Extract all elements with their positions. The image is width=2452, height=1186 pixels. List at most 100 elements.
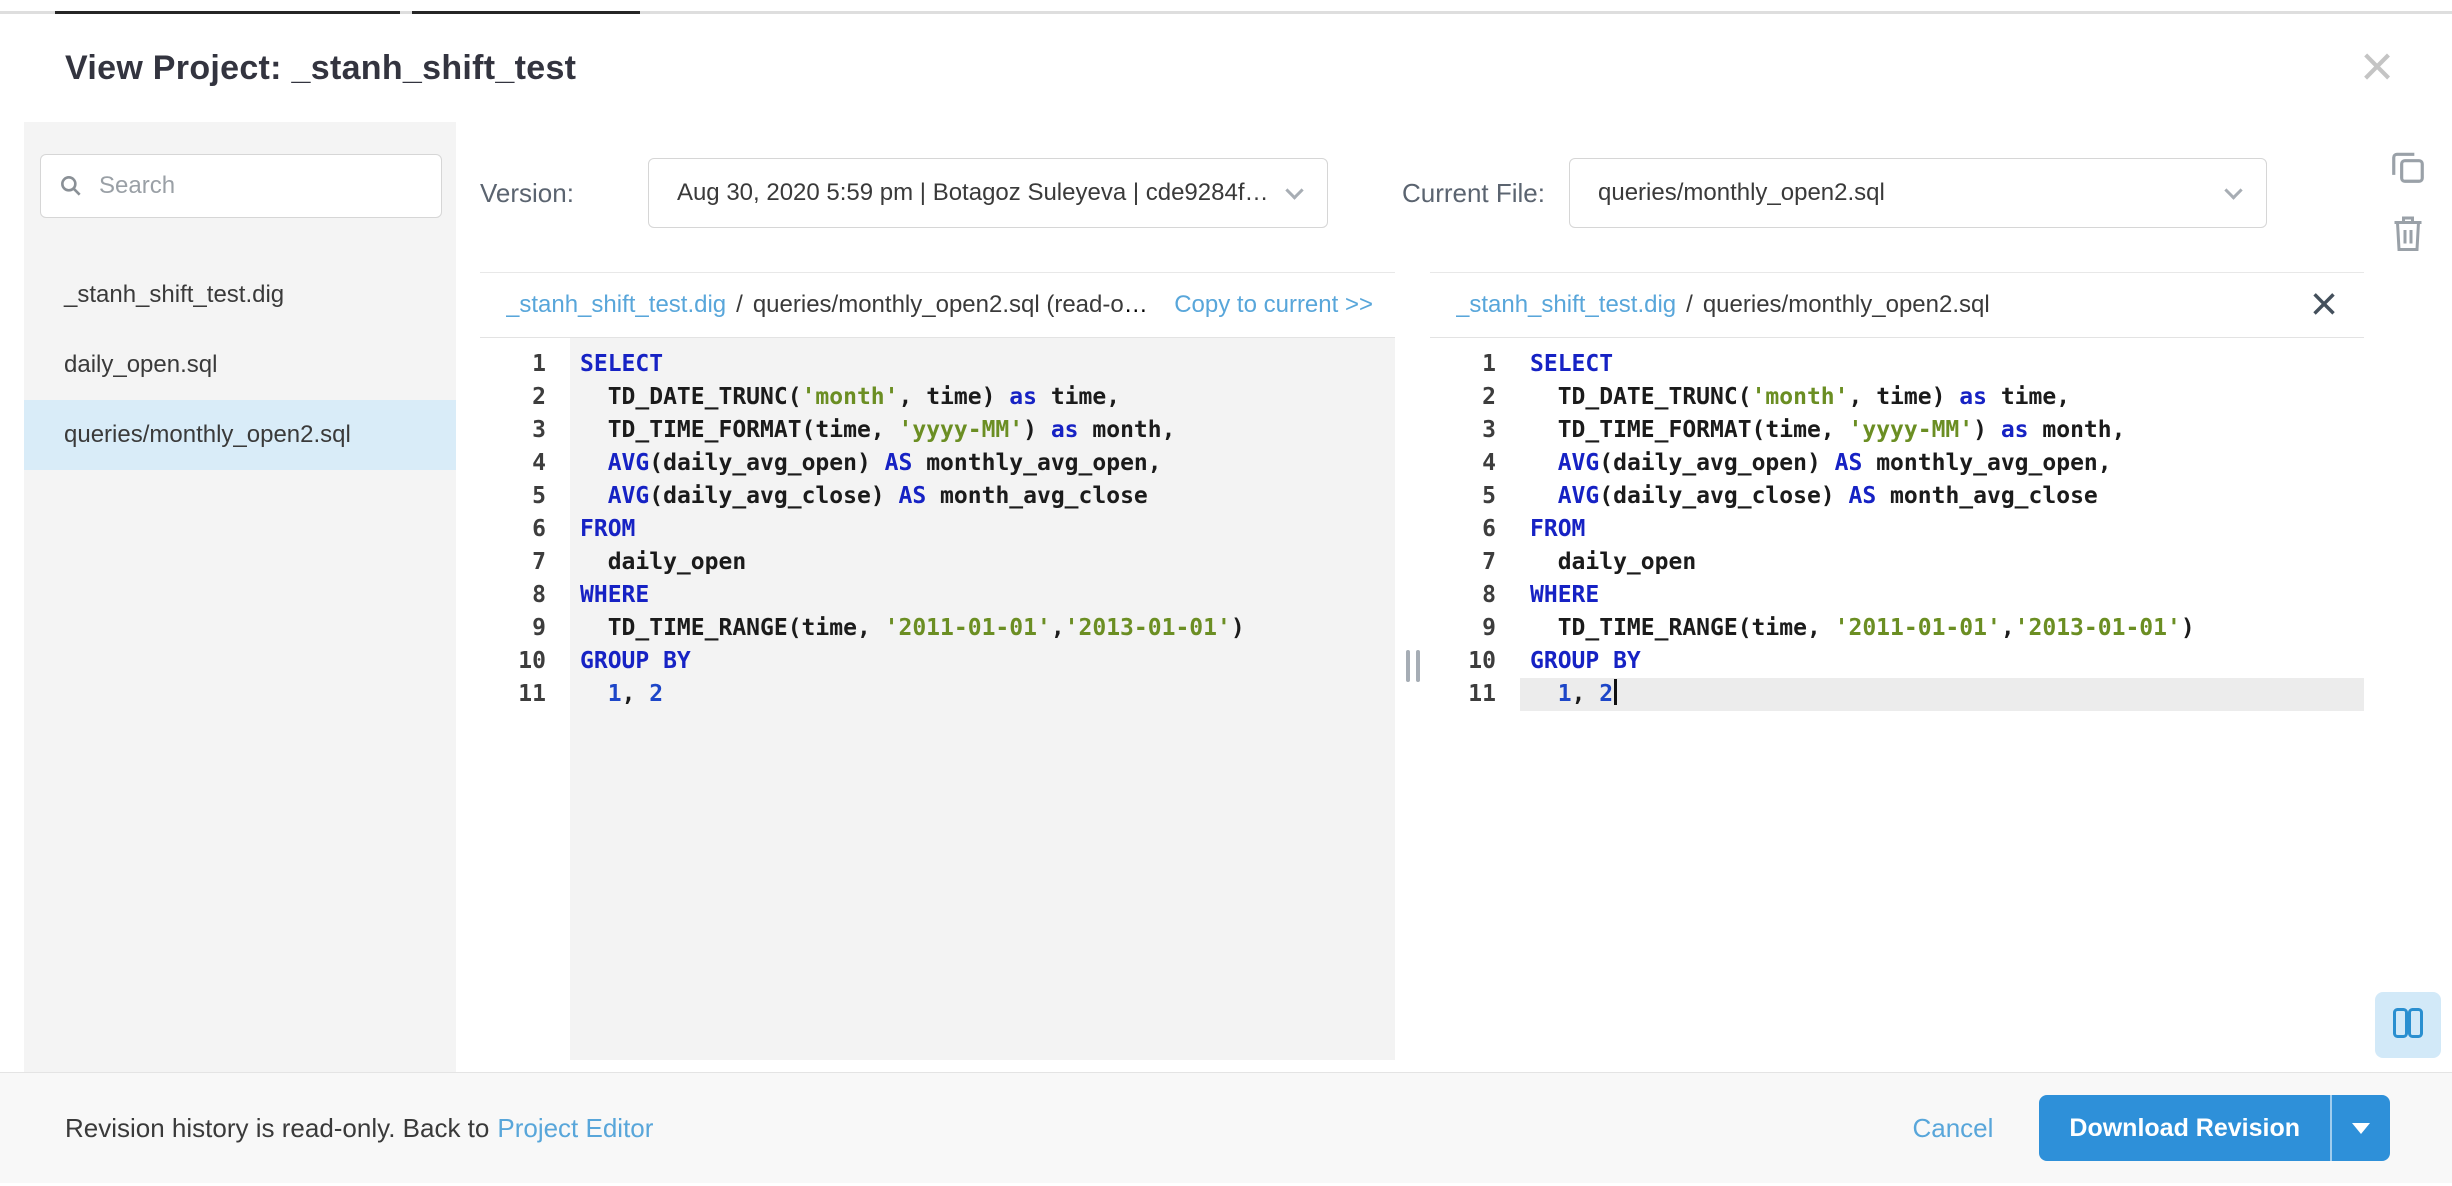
code-line-text: FROM (570, 513, 1395, 546)
chevron-down-icon (1285, 181, 1303, 199)
code-line-text: daily_open (570, 546, 1395, 579)
resize-handle-icon[interactable] (1406, 650, 1420, 682)
line-number: 5 (1430, 480, 1520, 513)
line-number: 8 (480, 579, 570, 612)
top-edge-decoration (0, 0, 2452, 14)
copy-file-button[interactable] (2389, 148, 2427, 186)
revision-panel-header: _stanh_shift_test.dig/queries/monthly_op… (480, 272, 1395, 338)
sidebar-file-item[interactable]: daily_open.sql (24, 330, 456, 400)
current-file-label: Current File: (1402, 178, 1545, 209)
code-line[interactable]: 11 1, 2 (1430, 678, 2364, 711)
view-project-modal: View Project: _stanh_shift_test × _stanh… (0, 0, 2452, 1183)
file-list: _stanh_shift_test.digdaily_open.sqlqueri… (24, 260, 456, 470)
line-number: 7 (480, 546, 570, 579)
readonly-code-editor[interactable]: 1SELECT2 TD_DATE_TRUNC('month', time) as… (480, 338, 1395, 1060)
code-line-text: SELECT (1520, 348, 2364, 381)
version-value: Aug 30, 2020 5:59 pm | Botagoz Suleyeva … (677, 179, 1270, 207)
footer-actions: Cancel Download Revision (1912, 1095, 2390, 1161)
code-line[interactable]: 8WHERE (480, 579, 1395, 612)
delete-file-button[interactable] (2390, 212, 2426, 254)
code-line[interactable]: 8WHERE (1430, 579, 2364, 612)
line-number: 6 (1430, 513, 1520, 546)
code-line[interactable]: 4 AVG(daily_avg_open) AS monthly_avg_ope… (480, 447, 1395, 480)
sidebar-file-item[interactable]: queries/monthly_open2.sql (24, 400, 456, 470)
code-line[interactable]: 9 TD_TIME_RANGE(time, '2011-01-01','2013… (480, 612, 1395, 645)
code-line-text: FROM (1520, 513, 2364, 546)
breadcrumb-project-link[interactable]: _stanh_shift_test.dig (506, 291, 726, 318)
code-line-text: TD_TIME_FORMAT(time, 'yyyy-MM') as month… (1520, 414, 2364, 447)
code-line[interactable]: 10GROUP BY (1430, 645, 2364, 678)
split-view-icon (2390, 1005, 2426, 1046)
code-line[interactable]: 4 AVG(daily_avg_open) AS monthly_avg_ope… (1430, 447, 2364, 480)
cancel-button[interactable]: Cancel (1912, 1113, 1993, 1144)
line-number: 9 (1430, 612, 1520, 645)
code-line-text: 1, 2 (1520, 678, 2364, 711)
current-file-select[interactable]: queries/monthly_open2.sql (1569, 158, 2267, 228)
search-icon (58, 173, 84, 204)
line-number: 5 (480, 480, 570, 513)
code-line[interactable]: 5 AVG(daily_avg_close) AS month_avg_clos… (1430, 480, 2364, 513)
code-line-text: daily_open (1520, 546, 2364, 579)
page-title: View Project: _stanh_shift_test (65, 49, 576, 88)
current-file-value: queries/monthly_open2.sql (1598, 179, 1885, 207)
line-number: 4 (480, 447, 570, 480)
project-editor-link[interactable]: Project Editor (497, 1113, 653, 1143)
line-number: 2 (480, 381, 570, 414)
download-button-group: Download Revision (2039, 1095, 2390, 1161)
code-line[interactable]: 2 TD_DATE_TRUNC('month', time) as time, (480, 381, 1395, 414)
revision-panel: _stanh_shift_test.dig/queries/monthly_op… (480, 272, 1395, 1060)
code-line[interactable]: 7 daily_open (480, 546, 1395, 579)
code-line[interactable]: 11 1, 2 (480, 678, 1395, 711)
line-number: 2 (1430, 381, 1520, 414)
code-line-text: AVG(daily_avg_close) AS month_avg_close (570, 480, 1395, 513)
modal-header: View Project: _stanh_shift_test × (0, 14, 2452, 122)
code-line-text: TD_TIME_RANGE(time, '2011-01-01','2013-0… (570, 612, 1395, 645)
code-line[interactable]: 7 daily_open (1430, 546, 2364, 579)
line-number: 10 (1430, 645, 1520, 678)
breadcrumb-project-link[interactable]: _stanh_shift_test.dig (1456, 291, 1676, 318)
code-line[interactable]: 1SELECT (480, 348, 1395, 381)
copy-icon (2389, 173, 2427, 190)
code-line-text: TD_DATE_TRUNC('month', time) as time, (1520, 381, 2364, 414)
split-view-button[interactable] (2375, 992, 2441, 1058)
breadcrumb-separator: / (736, 291, 743, 318)
line-number: 7 (1430, 546, 1520, 579)
code-line[interactable]: 1SELECT (1430, 348, 2364, 381)
line-number: 3 (1430, 414, 1520, 447)
code-line-text: AVG(daily_avg_open) AS monthly_avg_open, (570, 447, 1395, 480)
code-line[interactable]: 3 TD_TIME_FORMAT(time, 'yyyy-MM') as mon… (1430, 414, 2364, 447)
version-label: Version: (480, 178, 574, 209)
sidebar-file-item[interactable]: _stanh_shift_test.dig (24, 260, 456, 330)
copy-to-current-link[interactable]: Copy to current >> (1174, 291, 1373, 319)
close-icon[interactable]: × (2360, 38, 2394, 96)
line-number: 4 (1430, 447, 1520, 480)
line-number: 10 (480, 645, 570, 678)
current-file-panel: _stanh_shift_test.dig/queries/monthly_op… (1430, 272, 2364, 1060)
diff-panels: _stanh_shift_test.dig/queries/monthly_op… (480, 272, 2364, 1072)
panel-close-icon[interactable]: × (2310, 281, 2338, 329)
line-number: 11 (480, 678, 570, 711)
code-line-text: SELECT (570, 348, 1395, 381)
breadcrumb: _stanh_shift_test.dig/queries/monthly_op… (1456, 291, 1990, 319)
version-select[interactable]: Aug 30, 2020 5:59 pm | Botagoz Suleyeva … (648, 158, 1328, 228)
code-line[interactable]: 6FROM (480, 513, 1395, 546)
search-input[interactable] (40, 154, 442, 218)
code-line[interactable]: 2 TD_DATE_TRUNC('month', time) as time, (1430, 381, 2364, 414)
download-revision-button[interactable]: Download Revision (2039, 1095, 2330, 1161)
code-line[interactable]: 10GROUP BY (480, 645, 1395, 678)
line-number: 11 (1430, 678, 1520, 711)
search-box (40, 154, 442, 218)
line-number: 8 (1430, 579, 1520, 612)
code-line[interactable]: 5 AVG(daily_avg_close) AS month_avg_clos… (480, 480, 1395, 513)
code-line-text: GROUP BY (570, 645, 1395, 678)
code-line[interactable]: 3 TD_TIME_FORMAT(time, 'yyyy-MM') as mon… (480, 414, 1395, 447)
current-code-editor[interactable]: 1SELECT2 TD_DATE_TRUNC('month', time) as… (1430, 338, 2364, 1060)
footer-message-text: Revision history is read-only. Back to (65, 1113, 489, 1143)
file-sidebar: _stanh_shift_test.digdaily_open.sqlqueri… (24, 122, 456, 1072)
download-options-button[interactable] (2330, 1095, 2390, 1161)
code-line[interactable]: 9 TD_TIME_RANGE(time, '2011-01-01','2013… (1430, 612, 2364, 645)
code-line-text: TD_TIME_FORMAT(time, 'yyyy-MM') as month… (570, 414, 1395, 447)
breadcrumb: _stanh_shift_test.dig/queries/monthly_op… (506, 291, 1154, 319)
code-line[interactable]: 6FROM (1430, 513, 2364, 546)
main-content: Version: Aug 30, 2020 5:59 pm | Botagoz … (480, 122, 2364, 1072)
